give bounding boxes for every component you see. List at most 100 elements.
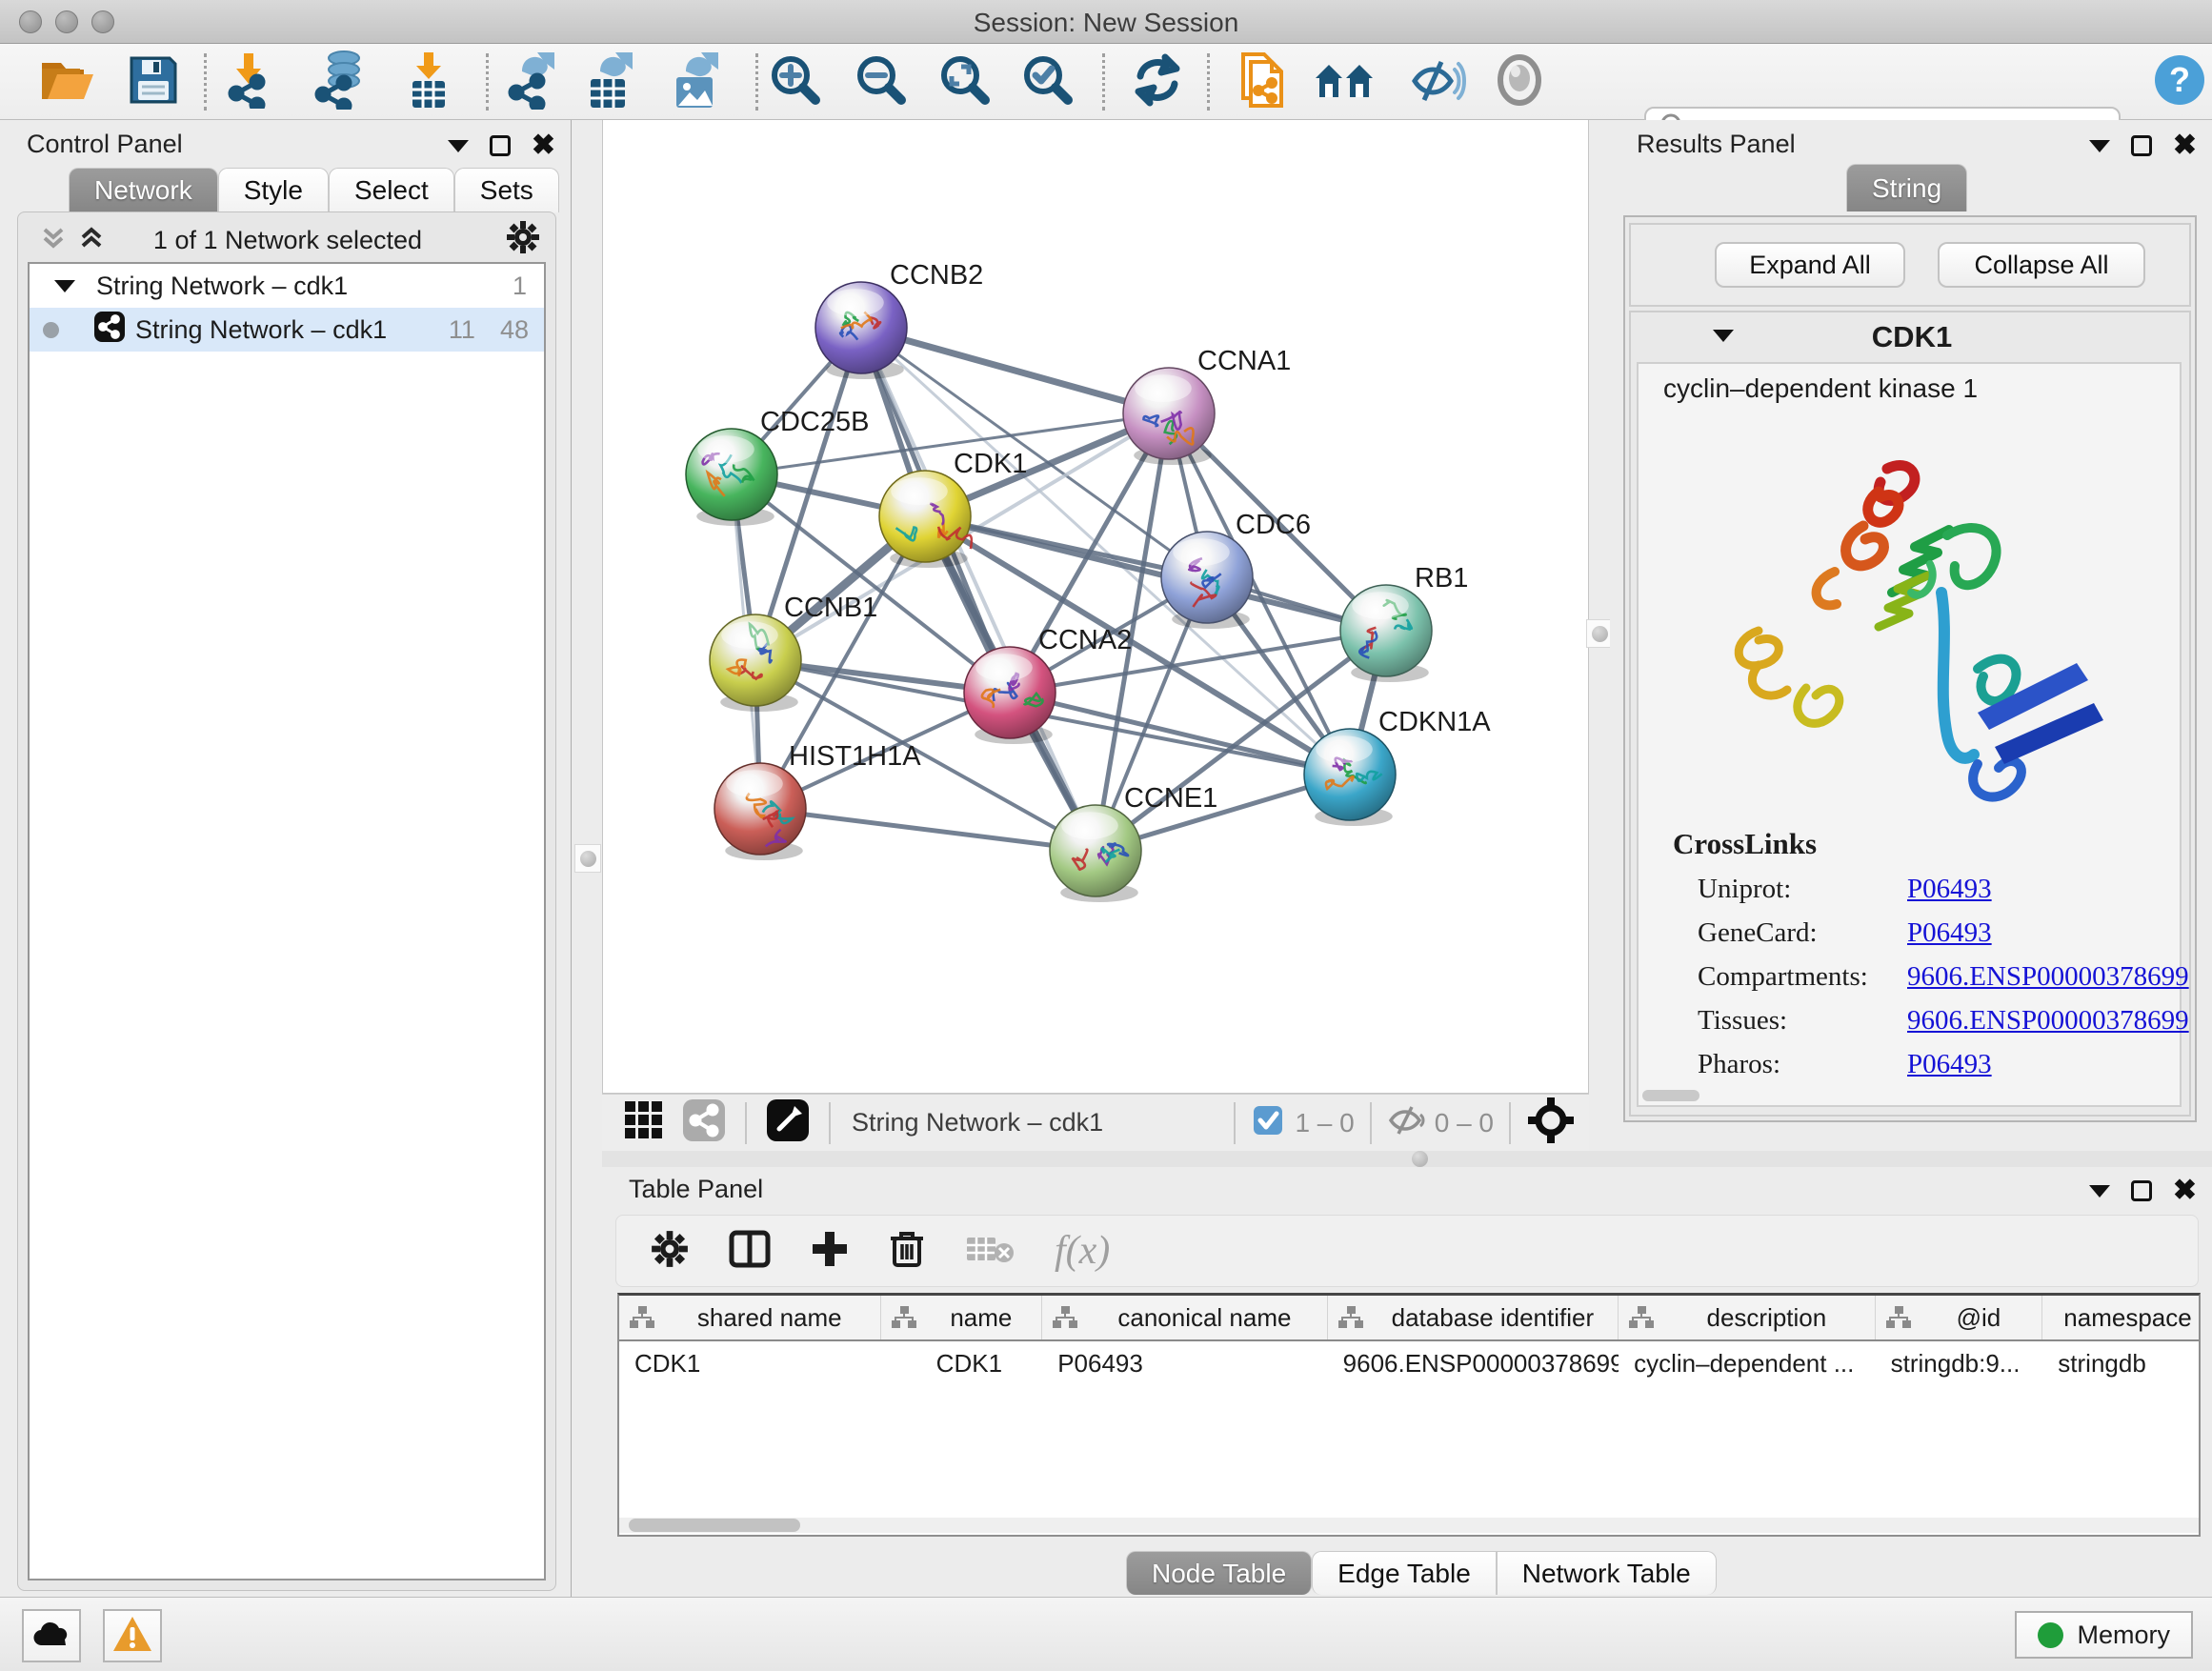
network-node-CCNE1[interactable] xyxy=(1050,805,1141,902)
warnings-button[interactable] xyxy=(103,1609,162,1662)
table-hscrollbar[interactable] xyxy=(619,1518,2199,1533)
collection-label: String Network – cdk1 xyxy=(96,272,348,301)
grid-view-icon[interactable] xyxy=(623,1099,665,1146)
left-splitter[interactable] xyxy=(572,120,602,1597)
network-edge[interactable] xyxy=(861,328,1096,851)
network-graph[interactable]: CCNB2CCNA1CDC25BCDK1CDC6RB1CCNB1CCNA2CDK… xyxy=(603,120,1588,1092)
tab-sets[interactable]: Sets xyxy=(454,168,559,212)
panel-menu-icon[interactable] xyxy=(2089,1185,2110,1198)
open-session-button[interactable] xyxy=(31,50,104,114)
splitter-handle[interactable] xyxy=(580,851,596,867)
bottom-splitter[interactable] xyxy=(602,1151,2212,1167)
collapse-all-button[interactable]: Collapse All xyxy=(1938,242,2145,288)
column-header[interactable]: @id xyxy=(1876,1296,2043,1339)
uniprot-link[interactable]: P06493 xyxy=(1907,867,2189,911)
home-button[interactable] xyxy=(1308,50,1380,114)
export-network-button[interactable] xyxy=(496,50,569,114)
memory-button[interactable]: Memory xyxy=(2015,1611,2193,1659)
scrollbar-thumb[interactable] xyxy=(629,1519,800,1532)
show-columns-icon[interactable] xyxy=(729,1230,771,1273)
network-collection-row[interactable]: String Network – cdk1 1 xyxy=(30,264,544,308)
panel-float-icon[interactable] xyxy=(2131,135,2152,156)
import-network-from-database-button[interactable] xyxy=(303,50,375,114)
network-node-CDC25B[interactable] xyxy=(686,429,777,526)
network-node-CDKN1A[interactable] xyxy=(1304,729,1396,826)
tab-node-table[interactable]: Node Table xyxy=(1126,1551,1312,1595)
window-title: Session: New Session xyxy=(0,8,2212,38)
column-header[interactable]: namespace xyxy=(2042,1296,2199,1339)
node-label-HIST1H1A: HIST1H1A xyxy=(789,741,921,772)
network-row-selected[interactable]: String Network – cdk1 11 48 xyxy=(30,308,544,352)
tab-select[interactable]: Select xyxy=(329,168,454,212)
tab-style[interactable]: Style xyxy=(218,168,329,212)
genecard-link[interactable]: P06493 xyxy=(1907,911,2189,955)
hide-unhide-button[interactable] xyxy=(1401,50,1474,114)
tissues-link[interactable]: 9606.ENSP00000378699 xyxy=(1907,998,2189,1042)
column-header[interactable]: name xyxy=(881,1296,1043,1339)
panel-close-icon[interactable]: ✖ xyxy=(532,135,555,156)
zoom-fit-content-button[interactable] xyxy=(929,50,1001,114)
export-table-button[interactable] xyxy=(574,50,647,114)
open-network-file-button[interactable] xyxy=(1226,50,1298,114)
import-table-from-file-button[interactable] xyxy=(392,50,465,114)
birdseye-view-icon[interactable] xyxy=(766,1098,810,1147)
add-column-icon[interactable] xyxy=(811,1230,849,1273)
delete-column-icon[interactable] xyxy=(889,1229,925,1274)
save-session-button[interactable] xyxy=(117,50,190,114)
panel-float-icon[interactable] xyxy=(490,135,511,156)
crosslinks-title: CrossLinks xyxy=(1673,827,1817,861)
panel-menu-icon[interactable] xyxy=(2089,140,2110,152)
gene-details: cyclin–dependent kinase 1 xyxy=(1637,362,2182,1107)
table-row[interactable]: CDK1 CDK1 P06493 9606.ENSP00000378699 cy… xyxy=(619,1341,2199,1385)
crosslinks-values: P06493 P06493 9606.ENSP00000378699 9606.… xyxy=(1907,867,2189,1086)
network-node-RB1[interactable] xyxy=(1340,585,1432,682)
cloud-status-button[interactable] xyxy=(22,1609,81,1662)
collection-expand-icon[interactable] xyxy=(54,280,75,292)
column-header[interactable]: description xyxy=(1619,1296,1876,1339)
panel-menu-icon[interactable] xyxy=(448,140,469,152)
expand-all-button[interactable]: Expand All xyxy=(1715,242,1905,288)
export-image-icon xyxy=(671,50,722,114)
help-button[interactable]: ? xyxy=(2143,50,2212,114)
results-hscrollbar[interactable] xyxy=(1642,1090,1699,1101)
gear-icon[interactable] xyxy=(506,220,540,259)
column-header[interactable]: canonical name xyxy=(1042,1296,1327,1339)
network-node-CDK1[interactable] xyxy=(879,471,972,568)
import-network-from-file-button[interactable] xyxy=(213,50,286,114)
right-splitter[interactable] xyxy=(1589,120,1610,1151)
zoom-in-button[interactable] xyxy=(759,50,832,114)
column-header[interactable]: shared name xyxy=(619,1296,881,1339)
crosshair-icon[interactable] xyxy=(1528,1097,1574,1148)
zoom-out-button[interactable] xyxy=(845,50,917,114)
network-edge[interactable] xyxy=(925,516,1386,631)
table-gear-icon[interactable] xyxy=(651,1230,689,1273)
selected-checkbox-icon[interactable] xyxy=(1253,1105,1283,1140)
network-node-CCNA1[interactable] xyxy=(1123,368,1215,465)
tab-network-table[interactable]: Network Table xyxy=(1497,1551,1717,1595)
panel-close-icon[interactable]: ✖ xyxy=(2173,1180,2197,1201)
tab-string[interactable]: String xyxy=(1846,164,1967,211)
splitter-handle[interactable] xyxy=(1592,626,1608,642)
gene-section: CDK1 cyclin–dependent kinase 1 xyxy=(1629,311,2191,1117)
crosslink-label: Uniprot: xyxy=(1698,867,1868,911)
network-edge[interactable] xyxy=(760,809,1096,851)
column-header[interactable]: database identifier xyxy=(1328,1296,1619,1339)
export-image-button[interactable] xyxy=(660,50,733,114)
splitter-handle[interactable] xyxy=(1412,1151,1428,1167)
pharos-link[interactable]: P06493 xyxy=(1907,1042,2189,1086)
panel-close-icon[interactable]: ✖ xyxy=(2173,135,2197,156)
preview-eye-button[interactable] xyxy=(1483,50,1556,114)
zoom-selected-button[interactable] xyxy=(1012,50,1084,114)
string-style-icon[interactable] xyxy=(682,1098,726,1147)
panel-float-icon[interactable] xyxy=(2131,1180,2152,1201)
control-panel-tabs: Network Style Select Sets xyxy=(69,168,559,212)
tab-edge-table[interactable]: Edge Table xyxy=(1312,1551,1497,1595)
network-node-HIST1H1A[interactable] xyxy=(714,763,806,860)
network-canvas[interactable]: CCNB2CCNA1CDC25BCDK1CDC6RB1CCNB1CCNA2CDK… xyxy=(602,120,1589,1094)
svg-text:?: ? xyxy=(2169,60,2190,99)
compartments-link[interactable]: 9606.ENSP00000378699 xyxy=(1907,955,2189,998)
network-node-CCNA2[interactable] xyxy=(964,647,1056,744)
tab-network[interactable]: Network xyxy=(69,168,218,212)
network-node-CCNB1[interactable] xyxy=(710,614,801,712)
apply-layout-button[interactable] xyxy=(1121,50,1194,114)
